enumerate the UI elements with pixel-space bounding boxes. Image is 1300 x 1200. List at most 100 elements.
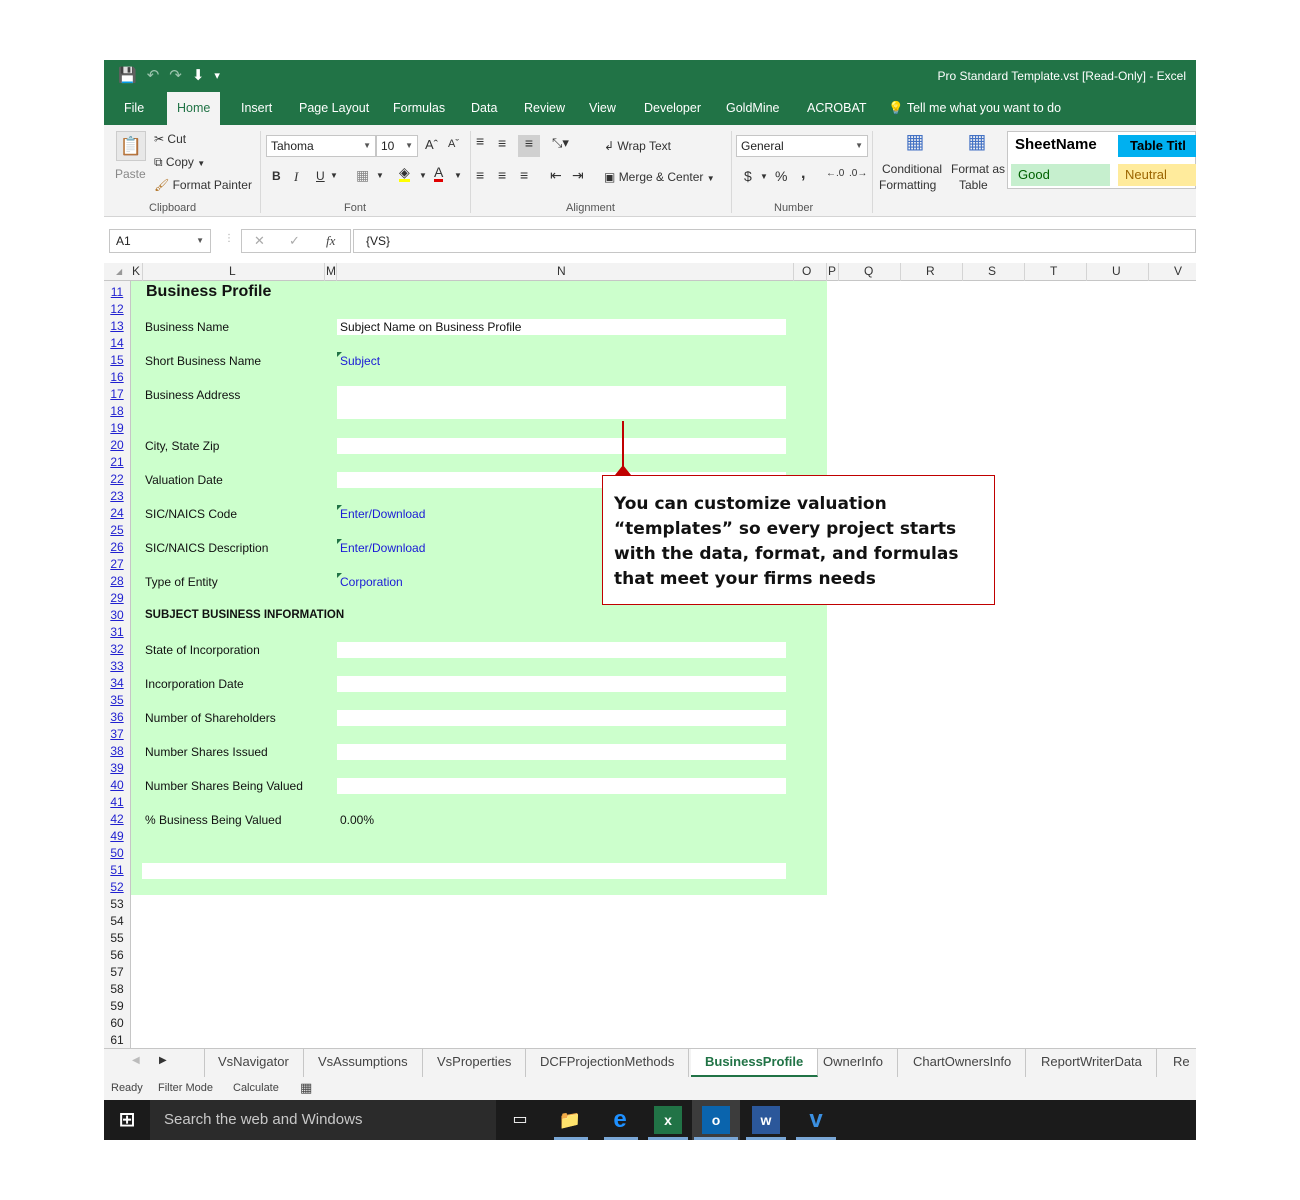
column-header-p[interactable]: P bbox=[828, 264, 836, 278]
style-table-title[interactable]: Table Titl bbox=[1118, 135, 1196, 157]
sheet-tab-businessprofile[interactable]: BusinessProfile bbox=[691, 1049, 819, 1077]
format-as-table-label-2[interactable]: Table bbox=[959, 178, 988, 192]
row-header[interactable]: 26 bbox=[104, 540, 130, 554]
scroll-tabs-right-icon[interactable]: ▶ bbox=[159, 1055, 167, 1066]
row-header[interactable]: 36 bbox=[104, 710, 130, 724]
row-header[interactable]: 54 bbox=[104, 914, 130, 928]
outlook-app-icon[interactable]: o bbox=[702, 1106, 730, 1134]
number-shares-valued-field[interactable] bbox=[337, 778, 786, 794]
row-header[interactable]: 35 bbox=[104, 693, 130, 707]
row-header[interactable]: 41 bbox=[104, 795, 130, 809]
subject-business-info-heading[interactable]: SUBJECT BUSINESS INFORMATION bbox=[145, 609, 344, 621]
chevron-down-icon[interactable]: ▼ bbox=[419, 171, 427, 180]
tab-review[interactable]: Review bbox=[514, 92, 575, 125]
business-profile-heading[interactable]: Business Profile bbox=[146, 283, 271, 301]
comma-button[interactable]: , bbox=[801, 165, 805, 183]
format-painter-button[interactable]: 🖌 Format Painter bbox=[154, 178, 252, 192]
chevron-down-icon[interactable]: ▼ bbox=[760, 172, 768, 181]
italic-button[interactable]: I bbox=[294, 169, 298, 185]
row-header[interactable]: 33 bbox=[104, 659, 130, 673]
pct-business-valued-value[interactable]: 0.00% bbox=[340, 813, 374, 827]
currency-button[interactable]: $ bbox=[744, 168, 752, 184]
select-all-icon[interactable]: ◢ bbox=[116, 267, 122, 276]
column-header-v[interactable]: V bbox=[1174, 264, 1182, 278]
business-name-field[interactable]: Subject Name on Business Profile bbox=[337, 319, 786, 335]
orientation-icon[interactable]: ⤡▾ bbox=[552, 135, 569, 151]
row-header[interactable]: 17 bbox=[104, 387, 130, 401]
task-view-icon[interactable]: ▭ bbox=[506, 1106, 534, 1134]
row-header[interactable]: 53 bbox=[104, 897, 130, 911]
format-as-table-icon[interactable]: ▦ bbox=[962, 129, 992, 159]
tab-data[interactable]: Data bbox=[461, 92, 507, 125]
row-header[interactable]: 37 bbox=[104, 727, 130, 741]
align-left-icon[interactable]: ≡ bbox=[476, 167, 484, 183]
short-business-name-label[interactable]: Short Business Name bbox=[145, 354, 261, 368]
column-header-s[interactable]: S bbox=[988, 264, 996, 278]
row-header[interactable]: 58 bbox=[104, 982, 130, 996]
style-neutral[interactable]: Neutral bbox=[1118, 164, 1196, 186]
row-header[interactable]: 15 bbox=[104, 353, 130, 367]
sic-naics-code-field[interactable]: Enter/Download bbox=[340, 507, 425, 521]
style-good[interactable]: Good bbox=[1011, 164, 1110, 186]
number-shares-issued-label[interactable]: Number Shares Issued bbox=[145, 745, 268, 759]
sic-naics-description-field[interactable]: Enter/Download bbox=[340, 541, 425, 555]
blank-row-51-field[interactable] bbox=[142, 863, 786, 879]
tab-file[interactable]: File bbox=[114, 92, 154, 125]
pct-business-valued-label[interactable]: % Business Being Valued bbox=[145, 813, 282, 827]
column-header-n[interactable]: N bbox=[557, 264, 566, 278]
row-header[interactable]: 27 bbox=[104, 557, 130, 571]
short-business-name-field[interactable]: Subject bbox=[340, 354, 380, 368]
type-of-entity-label[interactable]: Type of Entity bbox=[145, 575, 218, 589]
row-header[interactable]: 55 bbox=[104, 931, 130, 945]
row-header[interactable]: 19 bbox=[104, 421, 130, 435]
excel-app-icon[interactable]: x bbox=[654, 1106, 682, 1134]
tell-me-box[interactable]: 💡 Tell me what you want to do bbox=[888, 92, 1061, 125]
row-header[interactable]: 14 bbox=[104, 336, 130, 350]
status-calculate[interactable]: Calculate bbox=[233, 1082, 279, 1094]
align-center-icon[interactable]: ≡ bbox=[498, 167, 506, 183]
word-app-icon[interactable]: w bbox=[752, 1106, 780, 1134]
sheet-tab-vsassumptions[interactable]: VsAssumptions bbox=[304, 1049, 423, 1077]
column-header-u[interactable]: U bbox=[1112, 264, 1121, 278]
row-header[interactable]: 57 bbox=[104, 965, 130, 979]
redo-icon[interactable]: ↷ bbox=[169, 66, 182, 84]
bold-button[interactable]: B bbox=[272, 169, 281, 183]
conditional-formatting-label-1[interactable]: Conditional bbox=[882, 162, 942, 176]
name-box[interactable]: A1 ▼ bbox=[109, 229, 211, 253]
align-bottom-icon[interactable]: ≡ bbox=[518, 135, 540, 157]
macro-recording-icon[interactable]: ▦ bbox=[300, 1080, 312, 1096]
row-header[interactable]: 38 bbox=[104, 744, 130, 758]
scroll-tabs-left-icon[interactable]: ◀ bbox=[132, 1055, 140, 1066]
row-header[interactable]: 59 bbox=[104, 999, 130, 1013]
row-header[interactable]: 16 bbox=[104, 370, 130, 384]
tab-formulas[interactable]: Formulas bbox=[383, 92, 455, 125]
row-header[interactable]: 39 bbox=[104, 761, 130, 775]
state-of-incorporation-label[interactable]: State of Incorporation bbox=[145, 643, 260, 657]
number-shares-issued-field[interactable] bbox=[337, 744, 786, 760]
sic-naics-code-label[interactable]: SIC/NAICS Code bbox=[145, 507, 237, 521]
borders-icon[interactable]: ▦ bbox=[356, 167, 369, 184]
wrap-text-button[interactable]: ↲ Wrap Text bbox=[604, 139, 671, 153]
row-header[interactable]: 23 bbox=[104, 489, 130, 503]
cancel-icon[interactable]: ✕ bbox=[254, 233, 265, 249]
row-header[interactable]: 11 bbox=[104, 285, 130, 299]
cut-button[interactable]: ✂ Cut bbox=[154, 132, 186, 146]
row-header[interactable]: 13 bbox=[104, 319, 130, 333]
grow-font-icon[interactable]: Aˆ bbox=[425, 137, 438, 152]
shrink-font-icon[interactable]: Aˇ bbox=[448, 138, 459, 150]
tab-view[interactable]: View bbox=[579, 92, 626, 125]
row-header[interactable]: 25 bbox=[104, 523, 130, 537]
chevron-down-icon[interactable]: ▼ bbox=[376, 171, 384, 180]
format-as-table-label-1[interactable]: Format as bbox=[951, 162, 1005, 176]
merge-center-button[interactable]: ▣ Merge & Center ▼ bbox=[604, 170, 715, 184]
sheet-tab-ownerinfo[interactable]: OwnerInfo bbox=[809, 1049, 898, 1077]
sheet-tab-truncated[interactable]: Re bbox=[1159, 1049, 1196, 1077]
row-header[interactable]: 50 bbox=[104, 846, 130, 860]
sic-naics-description-label[interactable]: SIC/NAICS Description bbox=[145, 541, 268, 555]
font-color-icon[interactable]: A bbox=[434, 165, 444, 182]
sheet-tab-vsnavigator[interactable]: VsNavigator bbox=[204, 1049, 304, 1077]
style-sheetname[interactable]: SheetName bbox=[1008, 134, 1112, 156]
row-header[interactable]: 61 bbox=[104, 1033, 130, 1047]
incorporation-date-label[interactable]: Incorporation Date bbox=[145, 677, 244, 691]
row-header[interactable]: 18 bbox=[104, 404, 130, 418]
